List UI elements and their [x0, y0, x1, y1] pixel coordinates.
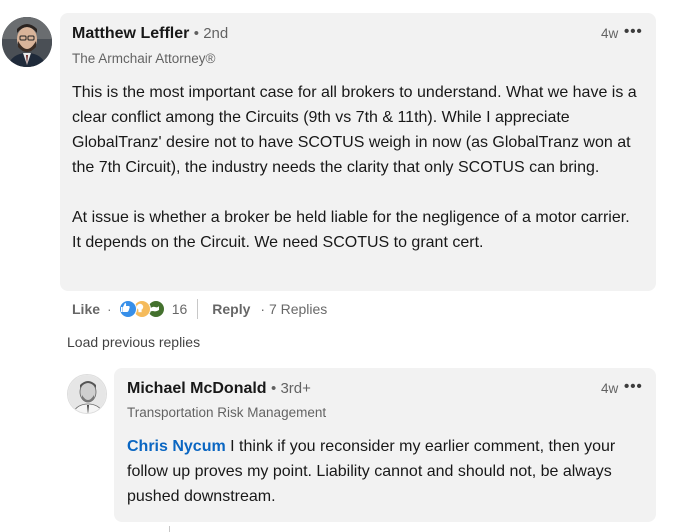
more-options-icon[interactable]: ••• [624, 23, 643, 40]
reply-body: Chris Nycum I think if you reconsider my… [127, 434, 637, 509]
thread-line [169, 526, 170, 532]
author-headline: Transportation Risk Management [127, 405, 327, 420]
comment-body: This is the most important case for all … [72, 80, 638, 255]
more-options-icon[interactable]: ••• [624, 378, 643, 395]
separator-dot: · [107, 301, 112, 317]
reply-timestamp: 4w [601, 381, 619, 396]
comment-actions: Like · 16 Reply · 7 Replies [72, 298, 327, 320]
connection-degree: • 3rd+ [271, 380, 311, 397]
avatar-michael-mcdonald[interactable] [67, 374, 107, 414]
comment-author-line: Matthew Leffler • 2nd [72, 25, 228, 43]
reply-button[interactable]: Reply [212, 301, 250, 317]
like-button[interactable]: Like [72, 301, 100, 317]
action-divider [197, 299, 199, 319]
load-previous-replies-button[interactable]: Load previous replies [67, 334, 200, 350]
reaction-icons[interactable] [118, 300, 165, 318]
comment-paragraph-1: This is the most important case for all … [72, 84, 637, 176]
comment-paragraph-2: At issue is whether a broker be held lia… [72, 209, 630, 251]
author-headline: The Armchair Attorney® [72, 51, 216, 66]
reaction-count[interactable]: 16 [172, 301, 188, 317]
mention-link[interactable]: Chris Nycum [127, 438, 226, 455]
avatar-matthew-leffler[interactable] [2, 17, 52, 67]
profile-photo-icon [68, 375, 106, 413]
reply-author-line: Michael McDonald • 3rd+ [127, 380, 311, 398]
author-name[interactable]: Michael McDonald [127, 380, 267, 397]
comment-bubble: Matthew Leffler • 2nd The Armchair Attor… [60, 13, 656, 291]
author-name[interactable]: Matthew Leffler [72, 25, 189, 42]
profile-photo-icon [2, 17, 52, 67]
reply-bubble: Michael McDonald • 3rd+ Transportation R… [114, 368, 656, 522]
like-reaction-icon [118, 300, 137, 318]
connection-degree: • 2nd [193, 25, 229, 42]
comment-timestamp: 4w [601, 26, 619, 41]
replies-count-link[interactable]: · 7 Replies [260, 301, 327, 317]
